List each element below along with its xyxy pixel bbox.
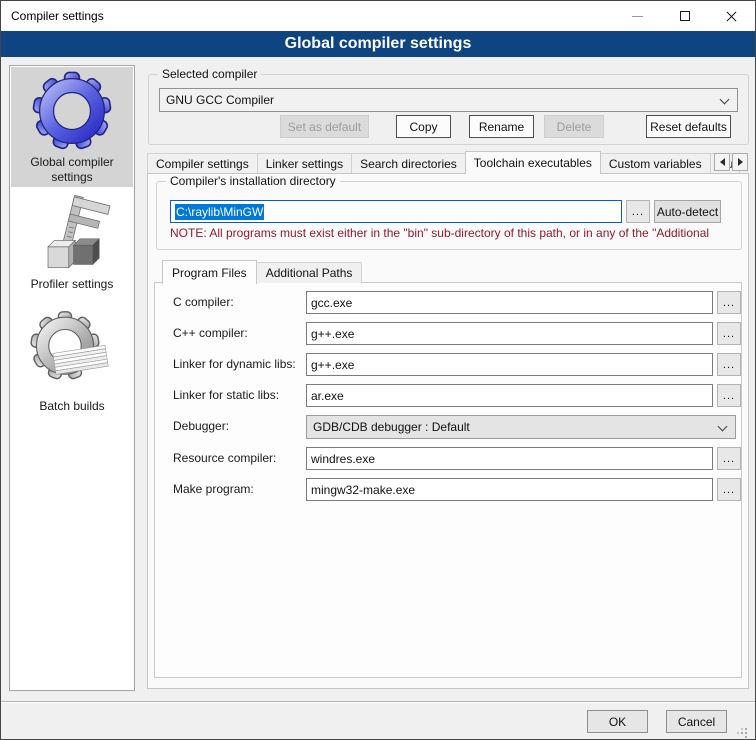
cpp-compiler-browse-button[interactable]: ... — [717, 322, 741, 345]
field-label: C++ compiler: — [173, 326, 248, 340]
sidebar-item-label: Batch builds — [11, 399, 133, 414]
field-label: C compiler: — [173, 295, 234, 309]
tab-scroll-left-button[interactable] — [714, 153, 730, 171]
copy-button[interactable]: Copy — [396, 115, 451, 138]
set-as-default-button[interactable]: Set as default — [280, 115, 369, 138]
debugger-select-value: GDB/CDB debugger : Default — [313, 420, 470, 434]
tab-additional-paths[interactable]: Additional Paths — [256, 262, 363, 283]
dynamic-linker-browse-button[interactable]: ... — [717, 353, 741, 376]
sidebar-item-label: Profiler settings — [11, 277, 133, 292]
arrow-right-icon — [738, 158, 743, 166]
debugger-select[interactable]: GDB/CDB debugger : Default — [306, 415, 736, 439]
sidebar-item-batch-builds[interactable]: Batch builds — [11, 303, 133, 421]
settings-category-list: Global compiler settings — [9, 65, 135, 691]
field-row-dynamic-linker: Linker for dynamic libs: g++.exe ... — [155, 353, 741, 376]
resource-compiler-input[interactable]: windres.exe — [306, 447, 713, 470]
tab-custom-variables[interactable]: Custom variables — [600, 153, 711, 173]
sidebar-item-global-compiler-settings[interactable]: Global compiler settings — [11, 67, 133, 187]
sidebar-item-label: Global compiler settings — [11, 155, 133, 185]
tab-program-files[interactable]: Program Files — [162, 260, 257, 284]
group-legend: Selected compiler — [158, 67, 261, 81]
field-row-make-program: Make program: mingw32-make.exe ... — [155, 478, 741, 501]
reset-defaults-button[interactable]: Reset defaults — [646, 115, 731, 138]
toolchain-executables-panel: Compiler's installation directory C:\ray… — [147, 173, 749, 689]
resize-grip[interactable] — [741, 732, 743, 734]
static-linker-input[interactable]: ar.exe — [306, 384, 713, 407]
cancel-button[interactable]: Cancel — [666, 710, 727, 733]
page-title: Global compiler settings — [1, 31, 755, 57]
chevron-down-icon — [720, 95, 730, 105]
c-compiler-input[interactable]: gcc.exe — [306, 291, 713, 314]
make-program-browse-button[interactable]: ... — [717, 478, 741, 501]
field-label: Make program: — [173, 482, 254, 496]
minimize-icon — [632, 16, 643, 17]
auto-detect-button[interactable]: Auto-detect — [654, 200, 721, 223]
field-row-resource-compiler: Resource compiler: windres.exe ... — [155, 447, 741, 470]
tab-compiler-settings[interactable]: Compiler settings — [147, 153, 258, 173]
tab-scroll-buttons — [714, 153, 748, 171]
installation-directory-input[interactable]: C:\raylib\MinGW — [170, 200, 622, 223]
field-label: Linker for dynamic libs: — [173, 357, 296, 371]
caliper-icon — [11, 191, 133, 277]
arrow-left-icon — [720, 158, 725, 166]
field-label: Resource compiler: — [173, 451, 276, 465]
group-legend: Compiler's installation directory — [166, 174, 340, 188]
sidebar-item-profiler-settings[interactable]: Profiler settings — [11, 191, 133, 299]
bin-subdirectory-note: NOTE: All programs must exist either in … — [170, 226, 730, 240]
window-controls — [614, 1, 755, 31]
settings-tabs: Compiler settings Linker settings Search… — [147, 150, 749, 173]
make-program-input[interactable]: mingw32-make.exe — [306, 478, 713, 501]
c-compiler-browse-button[interactable]: ... — [717, 291, 741, 314]
field-row-debugger: Debugger: GDB/CDB debugger : Default — [155, 415, 741, 438]
chevron-down-icon — [718, 422, 728, 432]
gear-stack-icon — [11, 303, 133, 399]
tab-linker-settings[interactable]: Linker settings — [257, 153, 352, 173]
installation-directory-browse-button[interactable]: ... — [626, 200, 650, 223]
field-row-cpp-compiler: C++ compiler: g++.exe ... — [155, 322, 741, 345]
gear-blue-icon — [11, 67, 133, 155]
tab-toolchain-executables[interactable]: Toolchain executables — [465, 151, 601, 174]
selected-compiler-group: Selected compiler GNU GCC Compiler Set a… — [148, 67, 749, 145]
resource-compiler-browse-button[interactable]: ... — [717, 447, 741, 470]
window-title: Compiler settings — [11, 9, 104, 23]
program-files-panel: C compiler: gcc.exe ... C++ compiler: g+… — [154, 282, 742, 678]
compiler-settings-window: Compiler settings Global compiler settin… — [0, 0, 756, 740]
field-row-c-compiler: C compiler: gcc.exe ... — [155, 291, 741, 314]
field-row-static-linker: Linker for static libs: ar.exe ... — [155, 384, 741, 407]
close-button[interactable] — [708, 1, 755, 31]
dynamic-linker-input[interactable]: g++.exe — [306, 353, 713, 376]
ok-button[interactable]: OK — [587, 710, 648, 733]
close-icon — [725, 10, 738, 23]
selected-path-text: C:\raylib\MinGW — [175, 204, 264, 220]
minimize-button[interactable] — [614, 1, 661, 31]
delete-button[interactable]: Delete — [544, 115, 604, 138]
installation-directory-group: Compiler's installation directory C:\ray… — [156, 174, 742, 250]
field-label: Debugger: — [173, 419, 229, 433]
titlebar: Compiler settings — [1, 1, 755, 31]
maximize-icon — [680, 11, 690, 21]
maximize-button[interactable] — [661, 1, 708, 31]
field-label: Linker for static libs: — [173, 388, 279, 402]
tab-search-directories[interactable]: Search directories — [351, 153, 466, 173]
compiler-select[interactable]: GNU GCC Compiler — [159, 88, 738, 112]
program-tabs: Program Files Additional Paths — [162, 259, 361, 283]
tab-scroll-right-button[interactable] — [732, 153, 748, 171]
cpp-compiler-input[interactable]: g++.exe — [306, 322, 713, 345]
footer-divider — [1, 701, 755, 703]
compiler-select-value: GNU GCC Compiler — [166, 93, 274, 107]
rename-button[interactable]: Rename — [469, 115, 534, 138]
static-linker-browse-button[interactable]: ... — [717, 384, 741, 407]
